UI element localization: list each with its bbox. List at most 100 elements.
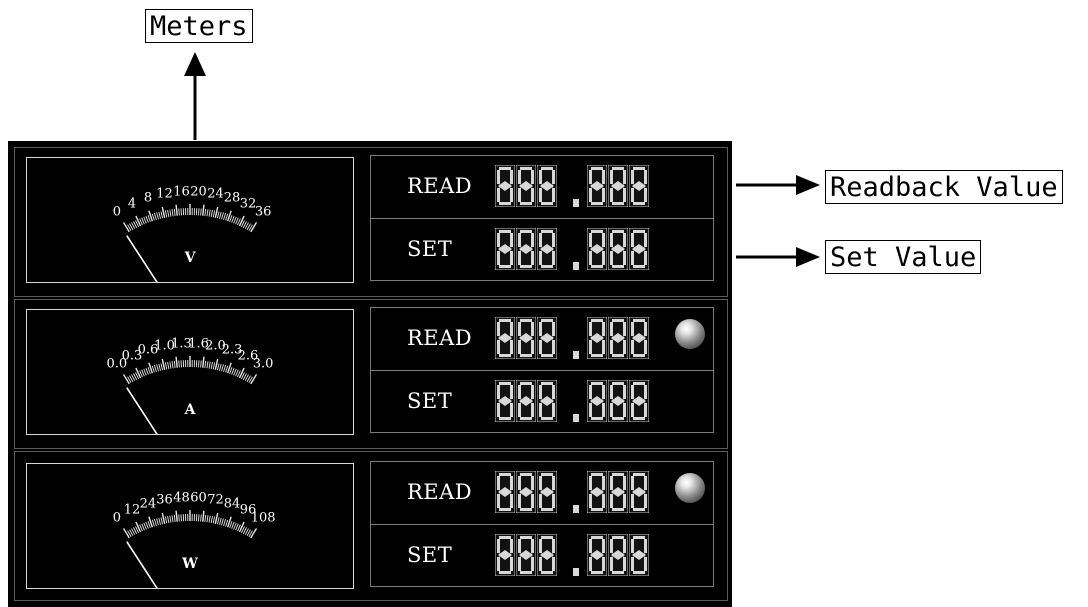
digit-cell	[495, 471, 515, 513]
meter-scale-label: 16	[173, 184, 190, 199]
meter-scale-label: 4	[128, 196, 136, 211]
digit-cell	[608, 380, 628, 422]
power-meter: 0 12 24 36 48 60 72 84 96 108 W	[26, 463, 354, 589]
meter-tick	[238, 215, 245, 227]
digit-cell	[537, 380, 557, 422]
meters-arrowhead-icon	[184, 52, 206, 76]
meter-tick	[210, 515, 213, 523]
decimal-point	[573, 568, 579, 576]
digit-cell	[608, 165, 628, 207]
meter-tick	[169, 361, 172, 369]
digit-cell	[629, 228, 649, 270]
meter-tick	[225, 519, 229, 527]
meter-tick	[223, 213, 227, 221]
digit-cell	[608, 471, 628, 513]
meter-tick	[153, 213, 157, 221]
meter-tick	[210, 361, 213, 369]
meter-tick	[206, 515, 209, 523]
meter-tick	[178, 208, 180, 216]
digit-cell	[495, 534, 515, 576]
meter-tick	[198, 514, 200, 522]
current-set-display[interactable]	[495, 380, 661, 424]
meter-tick	[156, 212, 159, 220]
meter-tick	[178, 360, 180, 368]
meter-tick	[219, 211, 222, 219]
meter-scale-label: 20	[190, 184, 207, 199]
power-read-row: READ	[371, 462, 713, 522]
meter-tick	[145, 521, 149, 529]
meter-tick	[233, 216, 237, 224]
digit-cell	[516, 165, 536, 207]
meter-scale-label: 108	[251, 510, 276, 525]
voltage-set-display[interactable]	[495, 228, 661, 272]
power-meter-dial: 012 24 36 48 60 72 84 96108W	[113, 490, 276, 588]
digit-cell	[516, 380, 536, 422]
decimal-point	[573, 414, 579, 422]
digit-cell	[629, 534, 649, 576]
meter-tick	[250, 528, 258, 539]
current-readback-display	[495, 317, 661, 361]
meter-tick	[167, 515, 170, 523]
meter-tick	[180, 360, 182, 368]
meter-tick	[231, 521, 235, 529]
meter-tick	[214, 512, 219, 524]
voltage-readback-display	[495, 165, 661, 209]
meter-tick	[208, 209, 211, 217]
meter-tick	[167, 361, 170, 369]
meter-tick	[164, 362, 168, 370]
digit-cell	[587, 471, 607, 513]
meter-tick	[200, 360, 202, 368]
meter-tick	[208, 515, 211, 523]
meter-tick	[161, 512, 166, 524]
meter-tick	[160, 211, 164, 219]
digit-cell	[495, 165, 515, 207]
set-label: SET	[407, 543, 453, 567]
power-set-display[interactable]	[495, 534, 661, 578]
voltage-set-row[interactable]: SET	[371, 218, 713, 279]
current-meter: 0.0 0.3 0.6 1.0 1.3 1.6 2.0 2.3 2.6 3.0 A	[26, 309, 354, 435]
meter-tick	[206, 361, 209, 369]
meter-tick	[122, 222, 130, 233]
meter-tick	[212, 516, 216, 524]
meter-tick	[180, 208, 182, 216]
digit-cell	[537, 228, 557, 270]
digit-cell	[495, 380, 515, 422]
meter-tick	[171, 515, 174, 523]
meter-tick	[210, 209, 213, 217]
meter-tick	[202, 356, 205, 368]
meter-tick	[151, 519, 155, 527]
meter-scale-label: 12	[156, 186, 173, 201]
meter-scale-label: 84	[224, 496, 241, 511]
meter-tick	[153, 365, 157, 373]
current-set-row[interactable]: SET	[371, 370, 713, 431]
power-value-box: READ SET	[370, 461, 714, 587]
meter-tick	[164, 516, 168, 524]
digit-cell	[608, 317, 628, 359]
digit-cell	[587, 228, 607, 270]
meter-tick	[214, 358, 219, 370]
digit-cell	[587, 380, 607, 422]
meter-scale-label: 0	[113, 510, 121, 525]
meter-tick	[233, 368, 237, 376]
current-read-row: READ	[371, 308, 713, 368]
meter-tick	[238, 521, 245, 533]
digit-cell	[516, 471, 536, 513]
digit-cell	[516, 534, 536, 576]
meter-tick	[219, 517, 222, 525]
meter-tick	[169, 515, 172, 523]
meter-tick	[200, 514, 202, 522]
meter-tick	[238, 367, 245, 379]
power-set-row[interactable]: SET	[371, 524, 713, 585]
meter-scale-label: 8	[144, 190, 152, 205]
meter-scale-label: 12	[124, 502, 141, 517]
meter-tick	[164, 210, 168, 218]
meter-tick	[208, 361, 211, 369]
digit-cell	[516, 228, 536, 270]
meter-tick	[173, 208, 176, 216]
set-label: SET	[407, 237, 453, 261]
meter-tick	[198, 360, 200, 368]
meter-scale-label: 3.0	[253, 356, 274, 371]
meter-tick	[158, 517, 161, 525]
meter-tick	[216, 211, 220, 219]
decimal-point	[573, 505, 579, 513]
